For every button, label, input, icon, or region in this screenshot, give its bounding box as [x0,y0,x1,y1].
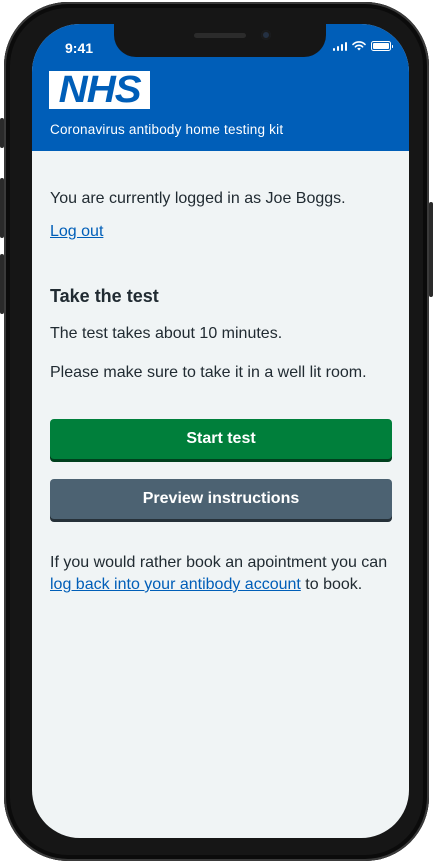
mute-switch [0,118,4,148]
battery-icon [371,41,393,51]
lighting-instruction-text: Please make sure to take it in a well li… [50,364,367,381]
status-time: 9:41 [65,40,94,56]
logged-in-message: You are currently logged in as Joe Boggs… [50,190,346,207]
test-duration-text: The test takes about 10 minutes. [50,325,283,342]
antibody-account-link[interactable]: log back into your antibody account [50,576,301,593]
start-test-button[interactable]: Start test [50,419,392,459]
rebook-message: If you would rather book an apointment y… [50,552,395,596]
wifi-icon [352,41,366,51]
phone-frame: 9:41 NHS Coronavirus antibody home testi… [0,2,433,861]
section-title: Take the test [50,286,159,306]
power-button [429,202,433,297]
rebook-text-end: to book. [300,576,363,593]
service-name: Coronavirus antibody home testing kit [50,122,284,137]
rebook-text: If you would rather book an apointment y… [50,554,388,571]
front-camera [261,30,271,40]
app-header: 9:41 NHS Coronavirus antibody home testi… [32,24,409,151]
phone-notch [114,24,326,57]
volume-up-button [0,178,4,238]
nhs-logo-text: NHS [58,69,142,111]
volume-down-button [0,254,4,314]
cellular-signal-icon [332,41,347,51]
status-icons [332,41,393,51]
logout-link[interactable]: Log out [50,223,103,241]
nhs-logo[interactable]: NHS [49,71,150,109]
speaker-grille [194,33,246,38]
screen: 9:41 NHS Coronavirus antibody home testi… [32,24,409,838]
preview-instructions-button[interactable]: Preview instructions [50,479,392,519]
